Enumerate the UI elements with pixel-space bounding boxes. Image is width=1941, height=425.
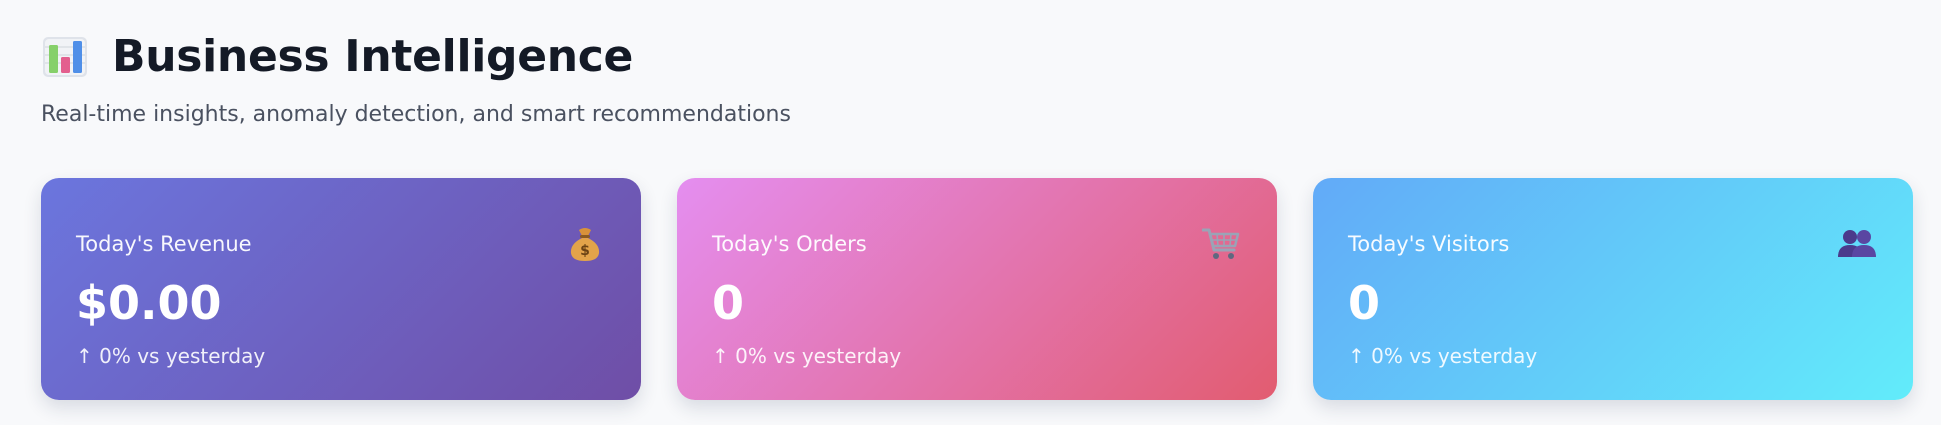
- svg-text:$: $: [580, 243, 590, 259]
- business-intelligence-page: Business Intelligence Real-time insights…: [0, 0, 1941, 425]
- revenue-card: Today's Revenue $ $0.00 ↑ 0% vs yesterda…: [41, 178, 641, 400]
- revenue-value: $0.00: [76, 276, 222, 330]
- page-header: Business Intelligence: [41, 28, 1912, 86]
- revenue-label: Today's Revenue: [76, 232, 252, 256]
- money-bag-icon: $: [565, 224, 605, 264]
- visitors-change: ↑ 0% vs yesterday: [1348, 344, 1538, 368]
- orders-card: Today's Orders 0 ↑ 0% vs yesterday: [677, 178, 1277, 400]
- page-title: Business Intelligence: [112, 31, 634, 82]
- orders-label: Today's Orders: [712, 232, 867, 256]
- revenue-change: ↑ 0% vs yesterday: [76, 344, 266, 368]
- shopping-cart-icon: [1201, 224, 1241, 264]
- orders-value: 0: [712, 276, 745, 330]
- visitors-card: Today's Visitors 0 ↑ 0% vs yesterday: [1313, 178, 1913, 400]
- kpi-cards: Today's Revenue $ $0.00 ↑ 0% vs yesterda…: [41, 178, 1913, 400]
- people-icon: [1837, 224, 1877, 264]
- orders-change: ↑ 0% vs yesterday: [712, 344, 902, 368]
- visitors-value: 0: [1348, 276, 1381, 330]
- visitors-label: Today's Visitors: [1348, 232, 1510, 256]
- page-subtitle: Real-time insights, anomaly detection, a…: [41, 102, 791, 127]
- bar-chart-icon: [41, 33, 89, 81]
